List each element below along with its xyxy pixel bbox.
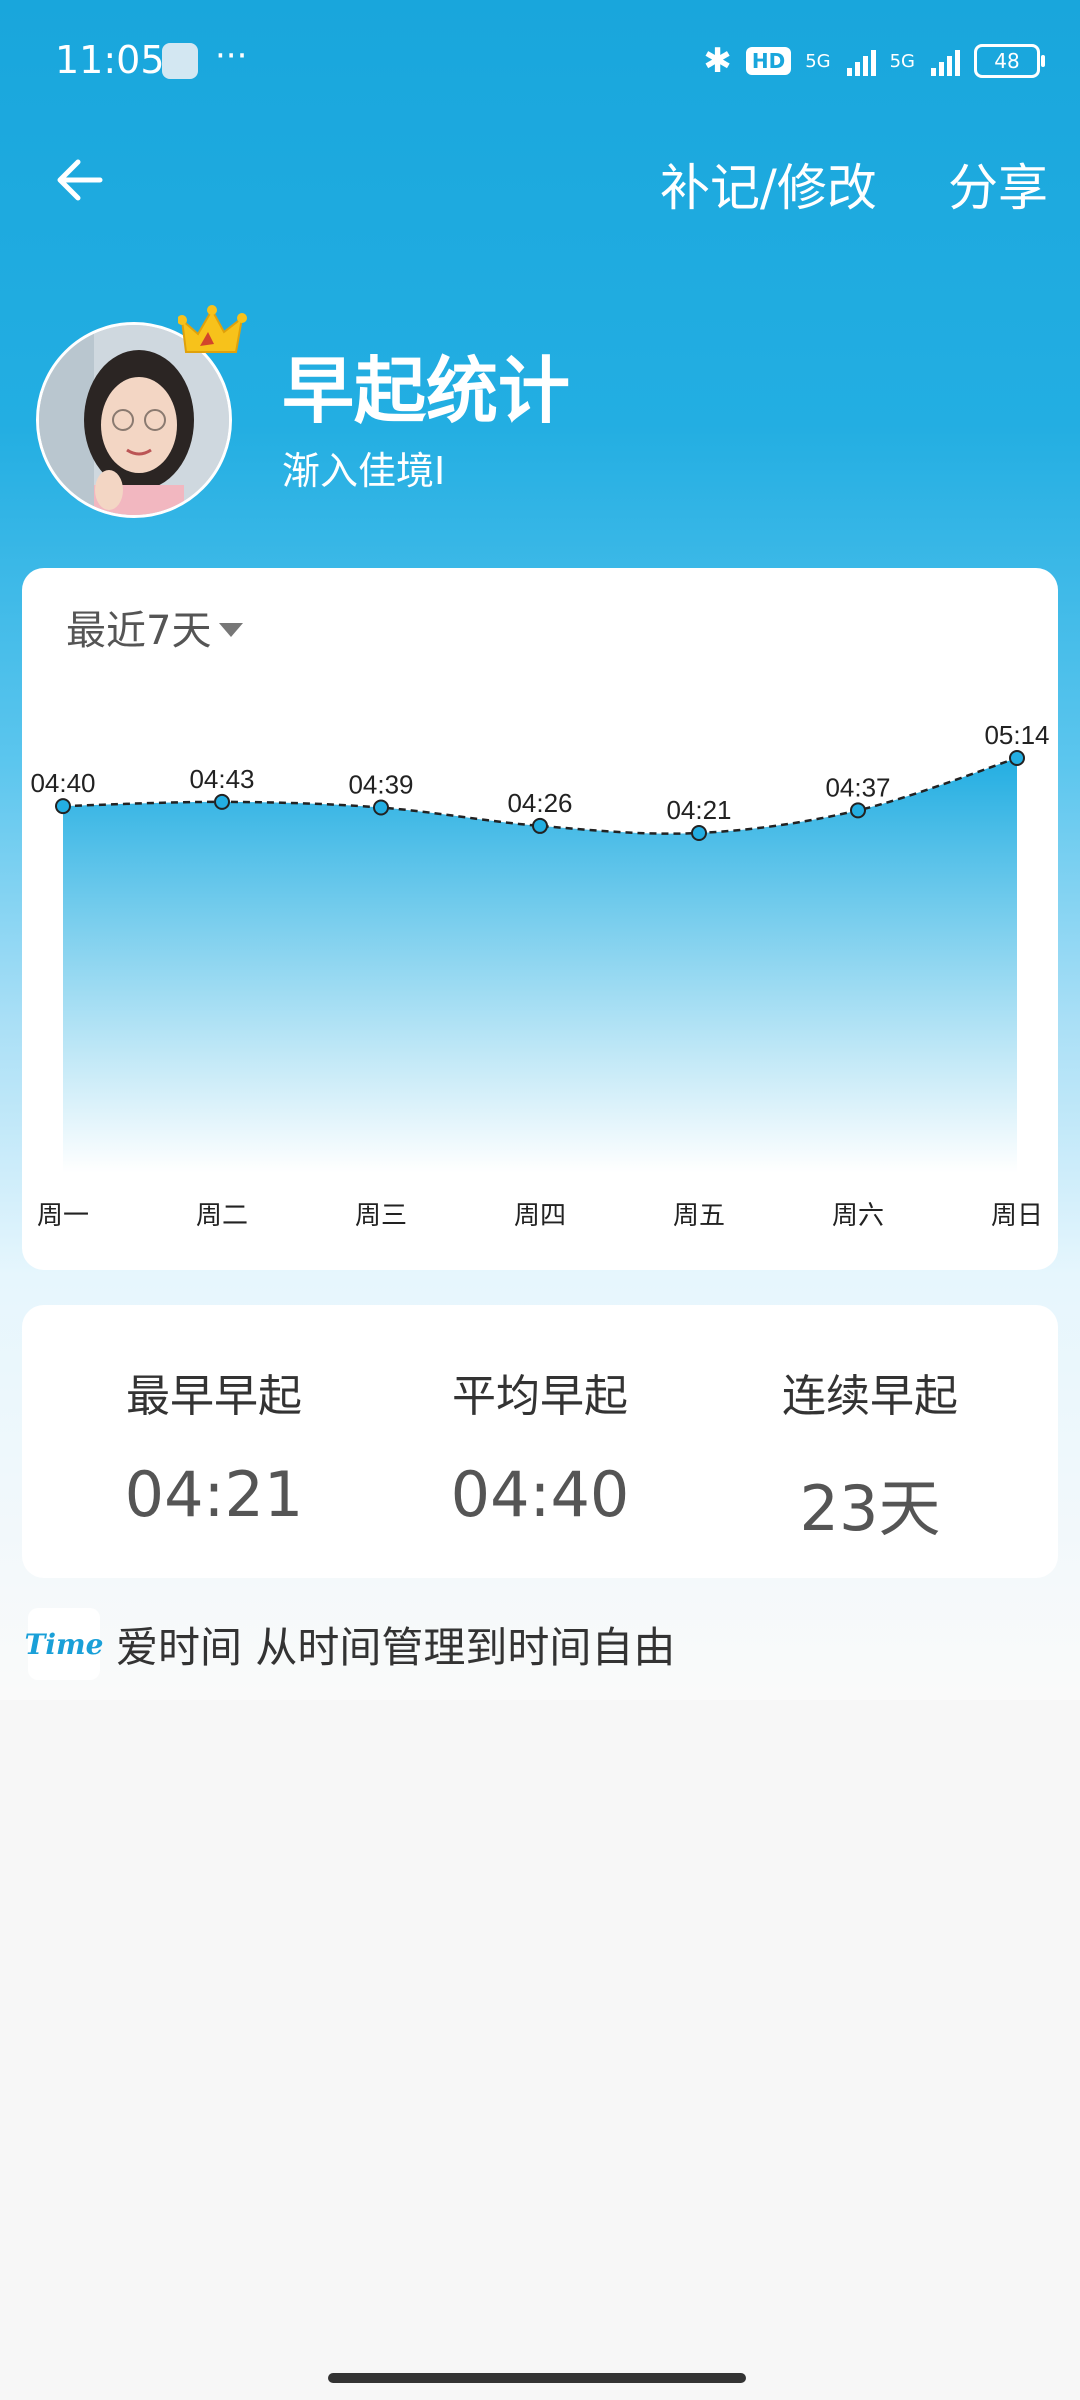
- stat-earliest: 最早早起 04:21: [64, 1360, 364, 1531]
- chart-x-tick-label: 周六: [832, 1201, 884, 1231]
- chart-x-tick-label: 周二: [196, 1201, 248, 1231]
- stat-label: 最早早起: [126, 1371, 302, 1422]
- chart-x-tick-label: 周日: [991, 1201, 1043, 1231]
- chart-data-label: 04:21: [666, 795, 731, 825]
- chart-data-label: 04:26: [507, 788, 572, 818]
- page-title: 早起统计: [282, 349, 571, 433]
- chart-data-label: 05:14: [984, 720, 1049, 750]
- home-indicator[interactable]: [328, 2373, 746, 2383]
- arrow-left-icon: [57, 159, 103, 201]
- chart-point[interactable]: [214, 793, 230, 810]
- edit-button[interactable]: 补记/修改: [660, 148, 877, 220]
- chart-point[interactable]: [691, 825, 707, 841]
- stat-value: 04:40: [450, 1458, 630, 1531]
- status-time: 11:05: [55, 38, 165, 82]
- hd-badge: HD: [745, 47, 792, 75]
- page: 11:05 ··· ✱ HD 5G 5G 48 补记/修改 分享 早起统计 渐入…: [0, 0, 1080, 2400]
- chart-data-label: 04:40: [30, 768, 95, 798]
- stats-card: 最早早起 04:21 平均早起 04:40 连续早起 23天: [22, 1305, 1058, 1578]
- chart-card: 最近7天 04:40 周一 04:43 周二 04:39 周三 04:26 周四 04:21 周五…: [22, 568, 1058, 1270]
- chart-data-label: 04:43: [189, 764, 254, 794]
- stat-value: 04:21: [124, 1458, 304, 1531]
- app-bar: 补记/修改 分享: [0, 140, 1080, 220]
- chart-point[interactable]: [1009, 750, 1025, 766]
- share-button[interactable]: 分享: [948, 148, 1048, 220]
- chart-point[interactable]: [373, 799, 389, 816]
- chart-x-tick-label: 周四: [514, 1201, 566, 1231]
- bluetooth-icon: ✱: [703, 41, 732, 81]
- chart-x-tick-label: 周五: [673, 1201, 725, 1231]
- brand-footer: Time 爱时间 从时间管理到时间自由: [25, 1608, 676, 1680]
- battery-icon: 48: [974, 44, 1045, 78]
- chart-point[interactable]: [850, 802, 866, 819]
- stat-label: 连续早起: [782, 1371, 958, 1422]
- stat-value: 23天: [799, 1472, 941, 1545]
- stat-streak: 连续早起 23天: [720, 1360, 1020, 1548]
- chart-x-tick-label: 周一: [37, 1201, 89, 1231]
- back-button[interactable]: [50, 150, 110, 210]
- status-bar: 11:05 ··· ✱ HD 5G 5G 48: [0, 0, 1080, 125]
- more-notifications-icon: ···: [215, 36, 248, 76]
- signal-1-label: 5G: [805, 50, 831, 72]
- level-subtitle: 渐入佳境I: [282, 449, 446, 493]
- chart-data-label: 04:37: [825, 772, 890, 802]
- signal-2-icon: [931, 46, 960, 76]
- chart-x-tick-label: 周三: [355, 1201, 407, 1231]
- chart-point[interactable]: [55, 798, 71, 815]
- chart-point[interactable]: [532, 817, 548, 834]
- brand-logo: Time: [25, 1608, 103, 1680]
- wakeup-area-chart: 04:40 周一 04:43 周二 04:39 周三 04:26 周四 04:21 周五 04:37…: [30, 720, 1049, 1231]
- chart-data-label: 04:39: [348, 770, 413, 800]
- steering-wheel-icon: [162, 43, 198, 79]
- stat-label: 平均早起: [452, 1371, 628, 1422]
- brand-slogan: 爱时间 从时间管理到时间自由: [116, 1622, 676, 1672]
- status-indicators: ✱ HD 5G 5G 48: [703, 40, 1045, 82]
- stat-average: 平均早起 04:40: [390, 1360, 690, 1531]
- signal-1-icon: [846, 46, 876, 76]
- crown-icon: [178, 305, 247, 353]
- signal-2-label: 5G: [889, 50, 915, 72]
